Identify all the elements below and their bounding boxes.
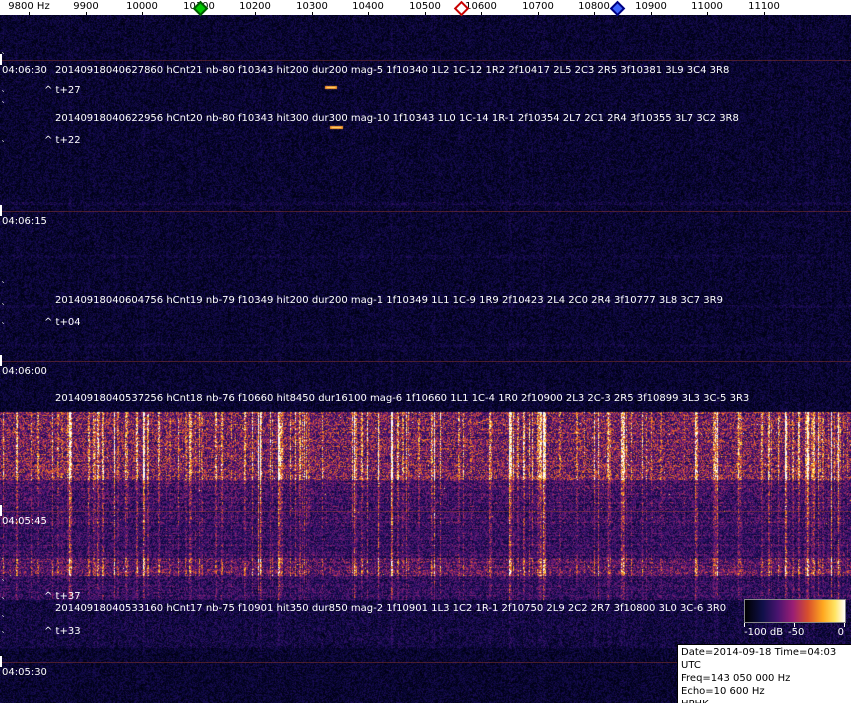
freq-tick-mark	[86, 12, 87, 15]
time-gridline	[0, 211, 851, 212]
event-annotation: 20140918040627860 hCnt21 nb-80 f10343 hi…	[55, 65, 730, 76]
time-tick-mark	[0, 656, 2, 667]
freq-tick-mark	[29, 12, 30, 15]
freq-tick-label: 10500	[409, 1, 441, 12]
edge-event-mark: `	[1, 615, 6, 626]
edge-event-mark: `	[1, 322, 6, 333]
edge-event-mark: `	[1, 631, 6, 642]
spectrogram-display: 9800 Hz990010000101001020010300104001050…	[0, 0, 851, 703]
event-time-offset: ^ t+33	[44, 626, 81, 637]
freq-tick-label: 10800	[578, 1, 610, 12]
time-axis-label: 04:05:45	[2, 516, 47, 527]
freq-tick-label: 11100	[748, 1, 780, 12]
info-echo-line: Echo=10 600 Hz	[681, 686, 765, 697]
colorbar-max-label: 0	[837, 627, 844, 638]
time-axis-label: 04:05:30	[2, 667, 47, 678]
freq-tick-mark	[425, 12, 426, 15]
freq-tick-label: 10000	[126, 1, 158, 12]
edge-event-mark: `	[1, 303, 6, 314]
freq-tick-mark	[594, 12, 595, 15]
freq-tick-label: 10400	[352, 1, 384, 12]
time-gridline	[0, 60, 851, 61]
edge-event-mark: `	[1, 140, 6, 151]
freq-tick-label: 10200	[239, 1, 271, 12]
frequency-axis: 9800 Hz990010000101001020010300104001050…	[0, 0, 851, 15]
freq-tick-mark	[481, 12, 482, 15]
event-annotation: 20140918040537256 hCnt18 nb-76 f10660 hi…	[55, 393, 750, 404]
info-box: Date=2014-09-18 Time=04:03 UTC Freq=143 …	[677, 644, 851, 703]
time-tick-mark	[0, 355, 2, 366]
time-axis-label: 04:06:15	[2, 216, 47, 227]
time-tick-mark	[0, 505, 2, 516]
freq-tick-label: 10700	[522, 1, 554, 12]
event-annotation: 20140918040533160 hCnt17 nb-75 f10901 hi…	[55, 603, 727, 614]
freq-tick-mark	[312, 12, 313, 15]
freq-tick-label: 11000	[691, 1, 723, 12]
colorbar-min-label: -100 dB	[744, 627, 784, 638]
event-time-offset: ^ t+22	[44, 135, 81, 146]
edge-event-mark: `	[1, 579, 6, 590]
freq-tick-mark	[255, 12, 256, 15]
event-time-offset: ^ t+04	[44, 317, 81, 328]
info-freq-line: Freq=143 050 000 Hz	[681, 673, 791, 684]
freq-tick-label: 9800 Hz	[8, 1, 50, 12]
colorbar: -100 dB -50 0	[744, 599, 846, 639]
edge-event-mark: `	[1, 52, 6, 63]
edge-event-mark: `	[1, 597, 6, 608]
event-time-offset: ^ t+37	[44, 591, 81, 602]
freq-tick-label: 9900	[73, 1, 99, 12]
event-annotation: 20140918040622956 hCnt20 nb-80 f10343 hi…	[55, 113, 739, 124]
colorbar-gradient	[744, 599, 846, 623]
freq-tick-label: 10300	[296, 1, 328, 12]
info-date-line: Date=2014-09-18 Time=04:03 UTC	[681, 647, 837, 671]
freq-tick-label: 10600	[465, 1, 497, 12]
freq-tick-mark	[651, 12, 652, 15]
edge-event-mark: `	[1, 90, 6, 101]
edge-event-mark: `	[1, 281, 6, 292]
freq-tick-mark	[707, 12, 708, 15]
event-time-offset: ^ t+27	[44, 85, 81, 96]
time-gridline	[0, 361, 851, 362]
info-station-line: HPHK	[681, 698, 849, 703]
freq-tick-label: 10900	[635, 1, 667, 12]
event-annotation: 20140918040604756 hCnt19 nb-79 f10349 hi…	[55, 295, 723, 306]
colorbar-mid-label: -50	[788, 627, 805, 638]
freq-tick-mark	[764, 12, 765, 15]
time-gridline	[0, 511, 851, 512]
colorbar-labels: -100 dB -50 0	[744, 627, 846, 639]
edge-event-mark: `	[1, 101, 6, 112]
time-axis-label: 04:06:00	[2, 366, 47, 377]
freq-tick-mark	[142, 12, 143, 15]
freq-tick-mark	[368, 12, 369, 15]
freq-tick-mark	[538, 12, 539, 15]
time-tick-mark	[0, 205, 2, 216]
time-axis-label: 04:06:30	[2, 65, 47, 76]
